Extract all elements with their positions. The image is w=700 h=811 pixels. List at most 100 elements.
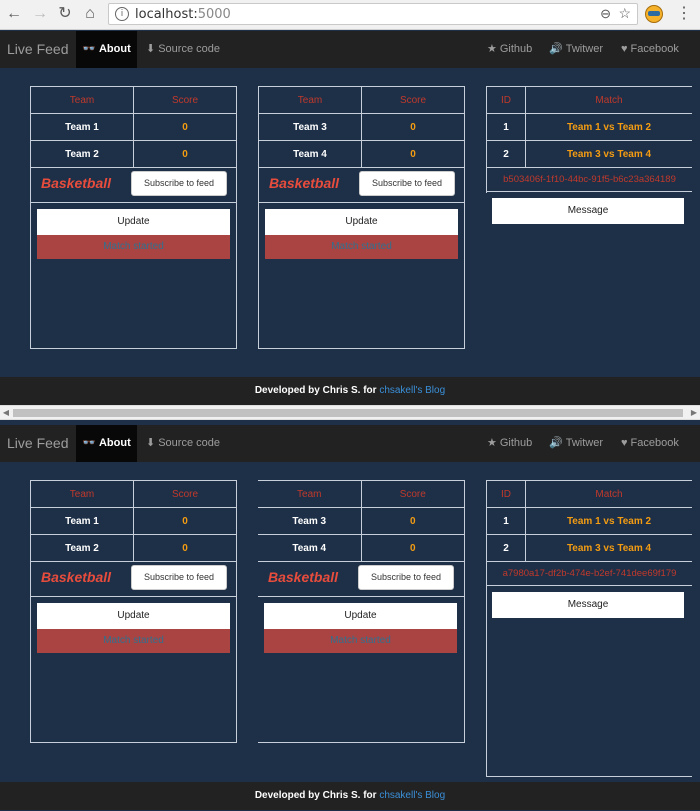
header-team: Team [31,87,134,114]
table-row: Team 40 [258,534,464,562]
site-info-icon[interactable]: i [115,7,129,21]
nav-source-code[interactable]: ⬇ Source code [146,425,220,462]
team-name: Team 4 [259,140,362,168]
home-icon[interactable]: ⌂ [80,4,100,24]
table-header-row: Team Score [31,481,236,508]
nav-facebook[interactable]: ♥ Facebook [621,31,679,68]
nav-github[interactable]: ★ Github [487,425,532,462]
table-row: Team 20 [31,140,236,168]
table-row: Team 30 [258,507,464,535]
team-name: Team 2 [31,140,134,168]
brand[interactable]: Live Feed [7,435,68,451]
update-button[interactable]: Update [264,603,457,629]
megaphone-icon: 🔊 [549,437,563,449]
team-name: Team 3 [258,507,362,535]
message-button[interactable]: Message [492,592,684,618]
nav-about[interactable]: 👓 About [76,425,137,462]
message-button[interactable]: Message [492,198,684,224]
match-name: Team 1 vs Team 2 [525,507,692,535]
table-header-row: ID Match [487,481,692,508]
match-name: Team 1 vs Team 2 [525,113,692,141]
header-score: Score [133,87,236,114]
score-table: Team Score Team 10 Team 20 [31,481,236,562]
download-icon: ⬇ [146,43,156,55]
header-score: Score [361,481,464,508]
glasses-icon: 👓 [82,437,96,449]
header-id: ID [487,87,526,114]
browser-pane-2: Live Feed 👓 About ⬇ Source code ★ Github 🔊 T… [0,425,700,811]
heart-icon: ♥ [621,437,628,449]
blog-link[interactable]: chsakell's Blog [379,790,445,801]
star-icon: ★ [487,437,497,449]
zoom-out-icon[interactable]: ⊖ [600,6,611,22]
update-button[interactable]: Update [37,603,230,629]
nav-github[interactable]: ★ Github [487,31,532,68]
table-row: Team 10 [31,507,236,535]
nav-source-code[interactable]: ⬇ Source code [146,31,220,68]
nav-twitter[interactable]: 🔊 Twitwer [549,31,603,68]
kebab-menu-icon[interactable]: ⋮ [676,4,692,24]
team-name: Team 1 [31,507,134,535]
nav-facebook[interactable]: ♥ Facebook [621,425,679,462]
header-score: Score [361,87,464,114]
subscribe-button[interactable]: Subscribe to feed [131,171,227,196]
divider [31,596,236,597]
connection-id: a7980a17-df2b-474e-b2ef-741dee69f179 [502,568,677,579]
nav-about[interactable]: 👓 About [76,31,137,68]
table-row: 2 Team 3 vs Team 4 [487,140,692,168]
megaphone-icon: 🔊 [549,43,563,55]
team-name: Team 1 [31,113,134,141]
header-team: Team [258,481,362,508]
subscribe-button[interactable]: Subscribe to feed [358,565,454,590]
team-score: 0 [361,113,464,141]
game-panel: Team Score Team 10 Team 20 Basketball Sub… [30,480,237,743]
table-row: Team 30 [259,113,464,141]
brand[interactable]: Live Feed [7,41,68,57]
divider [259,202,464,203]
table-header-row: Team Score [258,481,464,508]
team-name: Team 2 [31,534,134,562]
connection-id: b503406f-1f10-44bc-91f5-b6c23a364189 [503,174,676,185]
nav-twitter[interactable]: 🔊 Twitwer [549,425,603,462]
team-score: 0 [133,534,236,562]
update-button[interactable]: Update [37,209,230,235]
subscribe-button[interactable]: Subscribe to feed [359,171,455,196]
status-message: Match started [264,629,457,653]
table-row: 2 Team 3 vs Team 4 [487,534,692,562]
forward-arrow-icon[interactable]: → [30,4,50,24]
download-icon: ⬇ [146,437,156,449]
table-row: 1 Team 1 vs Team 2 [487,507,692,535]
extension-avatar-icon[interactable] [645,5,663,23]
table-row: Team 10 [31,113,236,141]
address-bar[interactable]: i localhost:5000 ⊖ ☆ [108,3,638,25]
heart-icon: ♥ [621,43,628,55]
game-panel: Team Score Team 30 Team 40 Basketball Sub… [258,480,465,743]
back-arrow-icon[interactable]: ← [4,4,24,24]
team-score: 0 [361,534,464,562]
subscribe-button[interactable]: Subscribe to feed [131,565,227,590]
header-score: Score [133,481,236,508]
scroll-right-arrow-icon[interactable]: ▶ [688,406,700,419]
blog-link[interactable]: chsakell's Blog [379,385,445,396]
team-score: 0 [133,507,236,535]
header-match: Match [525,481,692,508]
scroll-thumb[interactable] [13,409,683,417]
table-header-row: ID Match [487,87,692,114]
status-message: Match started [37,629,230,653]
scroll-left-arrow-icon[interactable]: ◀ [0,406,12,419]
table-header-row: Team Score [259,87,464,114]
team-name: Team 3 [259,113,362,141]
star-icon: ★ [487,43,497,55]
update-button[interactable]: Update [265,209,458,235]
footer: Developed by Chris S. for chsakell's Blo… [0,377,700,405]
star-icon[interactable]: ☆ [618,5,631,22]
header-team: Team [259,87,362,114]
matches-panel: ID Match 1 Team 1 vs Team 2 2 Team 3 vs Tea… [486,480,692,777]
team-name: Team 4 [258,534,362,562]
matches-panel: ID Match 1 Team 1 vs Team 2 2 Team 3 vs Tea… [486,86,692,193]
score-table: Team Score Team 30 Team 40 [258,481,464,562]
reload-icon[interactable]: ↻ [55,4,75,24]
table-row: Team 40 [259,140,464,168]
horizontal-scrollbar[interactable]: ◀ ▶ [0,405,700,420]
navbar: Live Feed 👓 About ⬇ Source code ★ Github 🔊 T… [0,31,700,68]
